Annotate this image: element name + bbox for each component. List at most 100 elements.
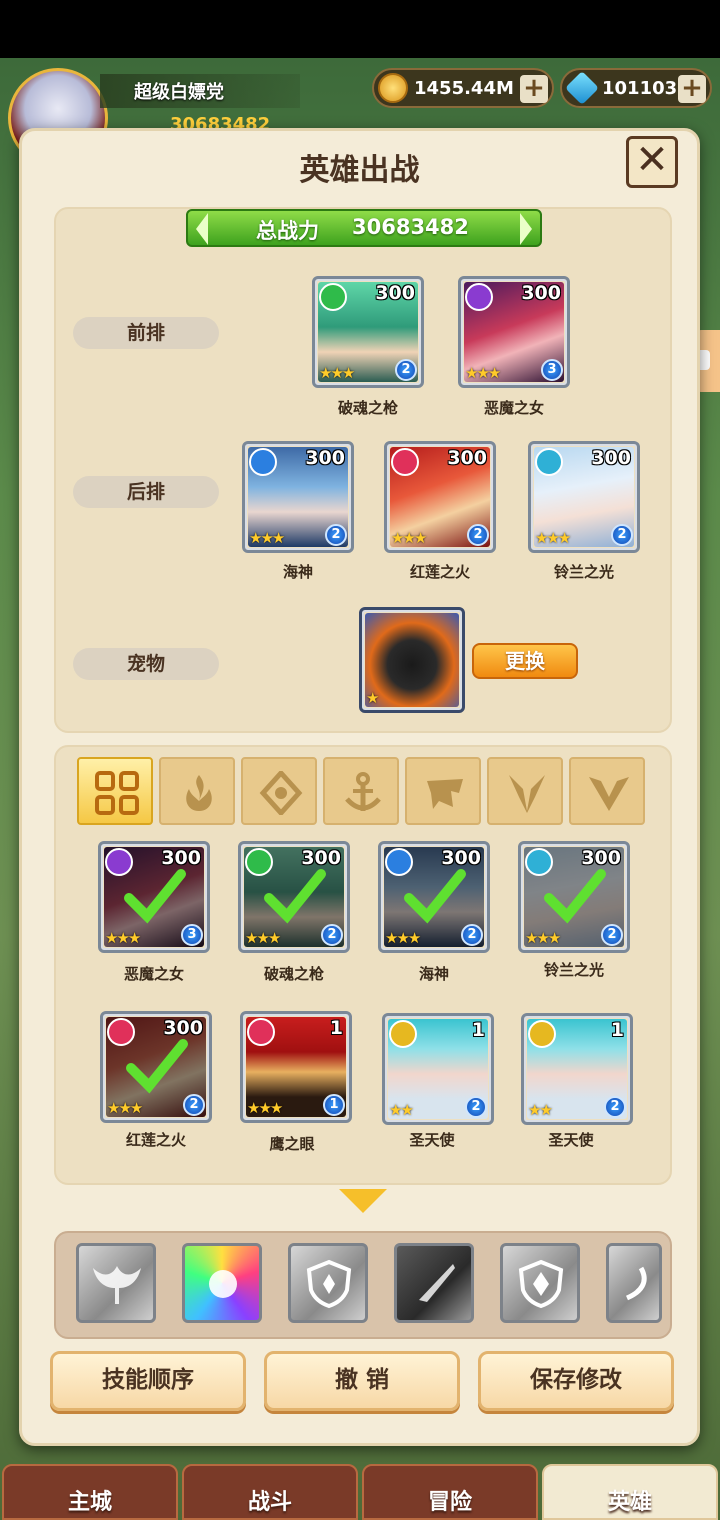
fire-faction-icon — [186, 775, 212, 811]
hero-name: 恶魔之女 — [123, 965, 184, 983]
swirl-skill-icon — [625, 1266, 647, 1301]
bottom-nav: 主城 战斗 冒险 英雄 — [0, 1440, 720, 1520]
add-gold-button[interactable]: + — [520, 75, 548, 103]
front-row-label: 前排 — [73, 317, 219, 349]
roster-hero-card[interactable]: 300 ★★★ 2 — [518, 841, 630, 953]
hero-level: 1 — [329, 1017, 343, 1039]
hero-level: 300 — [521, 282, 561, 304]
shield-skill-icon — [306, 1259, 352, 1309]
wing-skill-icon — [93, 1266, 141, 1304]
nav-tab-adventure[interactable]: 冒险 — [362, 1464, 538, 1520]
roster-hero-card[interactable]: 300 ★★★ 2 — [378, 841, 490, 953]
roster-hero-card[interactable]: 300 ★★★ 2 — [100, 1011, 212, 1123]
hero-level: 300 — [591, 447, 631, 469]
lineup-hero-slot[interactable]: 300 ★★★ 3 — [458, 276, 570, 388]
total-power-value: 30683482 — [352, 215, 469, 239]
demon-faction-icon — [509, 775, 545, 813]
hero-rank: 2 — [467, 524, 489, 546]
star-rating: ★ — [366, 689, 380, 707]
holy-faction-icon — [528, 1020, 556, 1048]
lineup-hero-slot[interactable]: 300 ★★★ 2 — [312, 276, 424, 388]
star-rating: ★★★ — [319, 364, 355, 382]
hero-deploy-dialog: 英雄出战 ✕ 总战力 30683482 前排 后排 宠物 300 ★★★ 2 破… — [19, 128, 700, 1446]
skill-order-button[interactable]: 技能顺序 — [50, 1351, 246, 1411]
nav-label-city: 主城 — [67, 1490, 112, 1515]
hero-rank: 2 — [604, 1096, 626, 1118]
pet-row-label: 宠物 — [73, 648, 219, 680]
total-power-label: 总战力 — [256, 219, 319, 243]
roster-hero-card[interactable]: 300 ★★★ 3 — [98, 841, 210, 953]
hero-rank: 2 — [611, 524, 633, 546]
lineup-hero-slot[interactable]: 300 ★★★ 2 — [384, 441, 496, 553]
filter-tab-all[interactable] — [77, 757, 153, 825]
star-rating: ★★★ — [535, 529, 571, 547]
skill-slot[interactable] — [500, 1243, 580, 1323]
roster-hero-card[interactable]: 1 ★★ 2 — [521, 1013, 633, 1125]
pet-slot[interactable]: ★ — [359, 607, 465, 713]
hero-name: 圣天使 — [409, 1131, 455, 1149]
hero-level: 1 — [610, 1019, 624, 1041]
scroll-down-arrow-icon[interactable] — [339, 1189, 387, 1213]
hero-level: 300 — [447, 447, 487, 469]
selected-check-icon — [264, 869, 326, 924]
hero-rank: 1 — [323, 1094, 345, 1116]
holy-faction-icon — [589, 777, 629, 811]
nav-tab-battle[interactable]: 战斗 — [182, 1464, 358, 1520]
star-rating: ★★★ — [247, 1099, 283, 1117]
strike-skill-icon — [419, 1264, 455, 1302]
lineup-hero-slot[interactable]: 300 ★★★ 2 — [528, 441, 640, 553]
shield-skill-icon — [518, 1259, 564, 1309]
filter-tab-demon[interactable] — [487, 757, 563, 825]
hero-name: 海神 — [282, 563, 313, 581]
beast-faction-icon — [319, 283, 347, 311]
nav-tab-heroes[interactable]: 英雄 — [542, 1464, 718, 1520]
roster-hero-card[interactable]: 1 ★★★ 1 — [240, 1011, 352, 1123]
skill-slot[interactable] — [394, 1243, 474, 1323]
selected-check-icon — [124, 869, 186, 924]
undo-button[interactable]: 撤 销 — [264, 1351, 460, 1411]
skill-slot[interactable] — [288, 1243, 368, 1323]
nav-tab-city[interactable]: 主城 — [2, 1464, 178, 1520]
star-rating: ★★★ — [245, 929, 281, 947]
fire-faction-icon — [391, 448, 419, 476]
total-power-banner: 总战力 30683482 — [186, 209, 542, 247]
hero-name: 海神 — [418, 965, 449, 983]
save-changes-button[interactable]: 保存修改 — [478, 1351, 674, 1411]
skill-slot[interactable] — [76, 1243, 156, 1323]
light-faction-icon — [535, 448, 563, 476]
selected-check-icon — [126, 1039, 188, 1094]
player-name: 超级白嫖党 — [134, 82, 224, 103]
roster-hero-card[interactable]: 1 ★★ 2 — [382, 1013, 494, 1125]
hero-name: 破魂之枪 — [337, 399, 398, 417]
filter-tab-anchor[interactable] — [323, 757, 399, 825]
filter-tab-holy[interactable] — [569, 757, 645, 825]
star-rating: ★★★ — [465, 364, 501, 382]
nav-label-heroes: 英雄 — [607, 1490, 652, 1515]
star-rating: ★★★ — [385, 929, 421, 947]
filter-tab-fire[interactable] — [159, 757, 235, 825]
hero-name: 铃兰之光 — [543, 961, 604, 979]
close-button[interactable]: ✕ — [626, 136, 678, 188]
hero-name: 铃兰之光 — [553, 563, 614, 581]
star-rating: ★★ — [528, 1101, 553, 1119]
star-rating: ★★★ — [391, 529, 427, 547]
back-row-label: 后排 — [73, 476, 219, 508]
hero-level: 1 — [471, 1019, 485, 1041]
anchor-faction-icon — [345, 772, 381, 811]
skill-slot[interactable] — [606, 1243, 662, 1323]
gold-value: 1455.44M — [414, 78, 514, 99]
add-gems-button[interactable]: + — [678, 75, 706, 103]
filter-tab-beast[interactable] — [405, 757, 481, 825]
filter-tab-light[interactable] — [241, 757, 317, 825]
skill-slot[interactable] — [182, 1243, 262, 1323]
hero-rank: 2 — [395, 359, 417, 381]
roster-hero-card[interactable]: 300 ★★★ 2 — [238, 841, 350, 953]
gem-counter: 101103 + — [560, 68, 712, 108]
gold-counter: 1455.44M + — [372, 68, 554, 108]
selected-check-icon — [544, 869, 606, 924]
gem-value: 101103 — [602, 78, 678, 99]
nav-label-adventure: 冒险 — [427, 1490, 472, 1515]
lineup-hero-slot[interactable]: 300 ★★★ 2 — [242, 441, 354, 553]
swap-pet-button[interactable]: 更换 — [472, 643, 578, 679]
all-grid-icon — [95, 771, 139, 815]
